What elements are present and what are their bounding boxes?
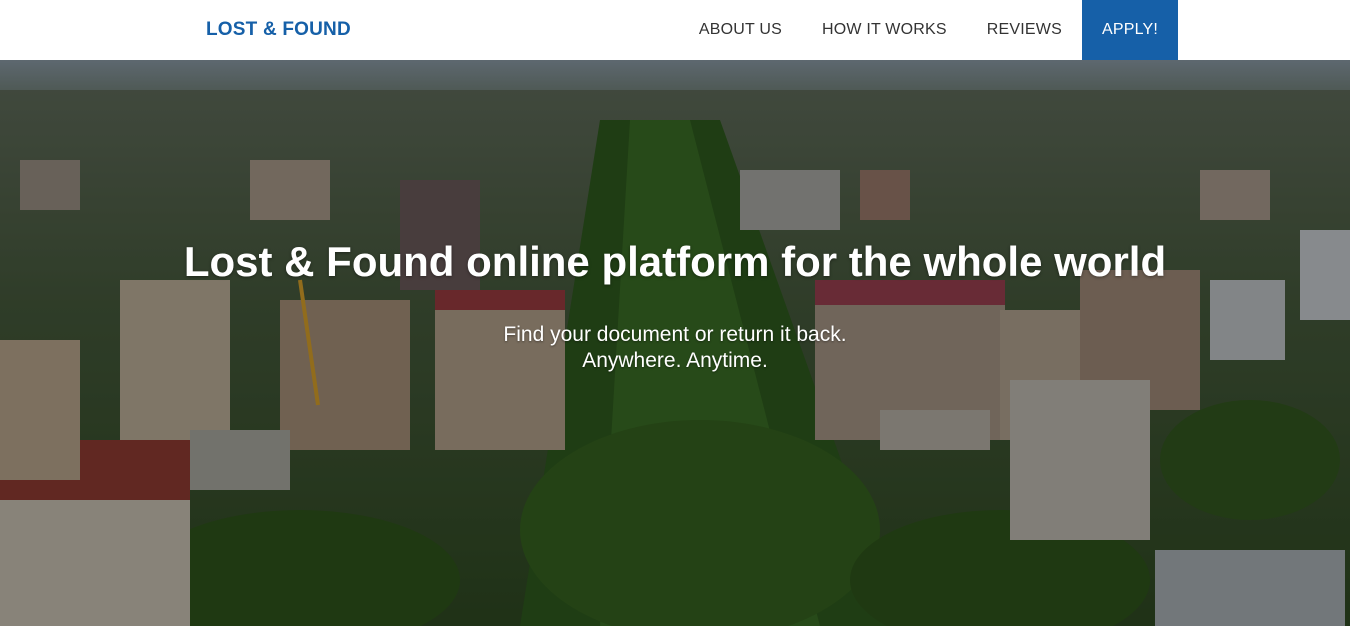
apply-button[interactable]: APPLY! bbox=[1081, 0, 1178, 60]
brand-logo-link[interactable]: LOST & FOUND bbox=[206, 0, 351, 60]
hero-subtitle-line-1: Find your document or return it back. bbox=[503, 323, 847, 346]
hero-section: Lost & Found online platform for the who… bbox=[0, 60, 1350, 626]
nav-reviews[interactable]: REVIEWS bbox=[967, 0, 1082, 60]
hero-subtitle: Find your document or return it back. An… bbox=[0, 322, 1350, 374]
hero-subtitle-line-2: Anywhere. Anytime. bbox=[582, 349, 768, 372]
nav-about-us[interactable]: ABOUT US bbox=[679, 0, 802, 60]
nav-how-it-works[interactable]: HOW IT WORKS bbox=[802, 0, 967, 60]
hero-title: Lost & Found online platform for the who… bbox=[183, 238, 1167, 285]
nav-links: ABOUT US HOW IT WORKS REVIEWS APPLY! bbox=[679, 0, 1178, 60]
top-navbar: LOST & FOUND ABOUT US HOW IT WORKS REVIE… bbox=[0, 0, 1350, 60]
